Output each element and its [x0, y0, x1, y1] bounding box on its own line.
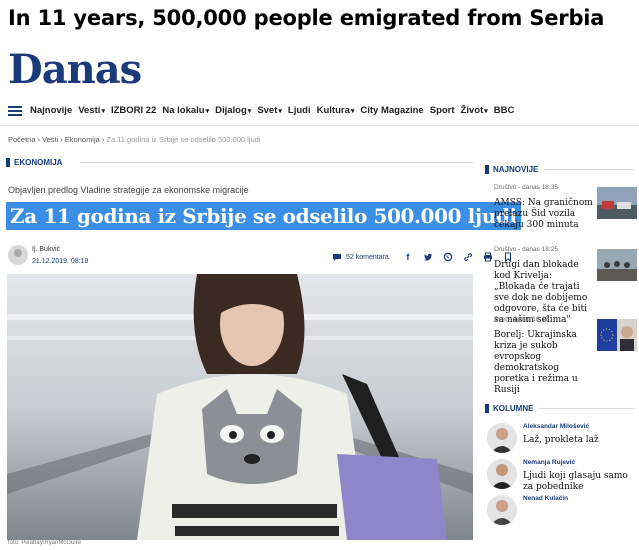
- hamburger-menu-icon[interactable]: [8, 104, 22, 118]
- nav-item-kultura[interactable]: Kultura▾: [317, 105, 355, 116]
- section-label[interactable]: EKONOMIJA: [6, 158, 62, 167]
- nav-item-label: Kultura: [316, 105, 350, 116]
- column-item[interactable]: Nemanja Rujević Ljudi koji glasaju samo …: [485, 459, 635, 495]
- chevron-down-icon: ▾: [484, 108, 488, 115]
- news-meta: Društvo - danas 18:35: [494, 184, 558, 191]
- chevron-down-icon: ▾: [101, 108, 105, 115]
- breadcrumb: Početna › Vesti › Ekonomija › Za 11 godina iz …: [8, 135, 261, 144]
- chevron-down-icon: ▾: [205, 108, 210, 115]
- article-lead: Objavljen predlog Vladine strategije za …: [8, 185, 249, 195]
- image-caption: In 11 years, 500,000 people emigrated fr…: [8, 6, 605, 30]
- news-meta: Svet - danas 18:12: [494, 316, 549, 323]
- latest-news-item[interactable]: Društvo - danas 18:35 AMSS: Na graničnom…: [485, 184, 637, 246]
- twitter-share-icon[interactable]: [421, 250, 435, 264]
- nav-item-label: Ljudi: [287, 105, 311, 116]
- nav-item-label: City Magazine: [360, 105, 424, 116]
- column-title[interactable]: Laž, prokleta laž: [523, 435, 635, 446]
- nav-item-label: BBC: [493, 105, 515, 116]
- site-logo[interactable]: Danas: [8, 46, 142, 93]
- news-thumbnail[interactable]: [597, 319, 637, 351]
- facebook-share-icon[interactable]: f: [401, 250, 415, 264]
- nav-item-label: Najnovije: [30, 105, 73, 116]
- columnist-name[interactable]: Nemanja Rujević: [523, 459, 575, 466]
- nav-item-ljudi[interactable]: Ljudi: [288, 105, 311, 116]
- breadcrumb-vesti[interactable]: Vesti: [42, 135, 58, 144]
- breadcrumb-home[interactable]: Početna: [8, 135, 36, 144]
- nav-item-bbc[interactable]: BBC: [494, 105, 515, 116]
- breadcrumb-current: Za 11 godina iz Srbije se odselilo 500.0…: [106, 135, 261, 144]
- chevron-down-icon: ▾: [247, 108, 252, 115]
- comments-link[interactable]: 52 komentara: [330, 250, 389, 264]
- photo-credit: foto: Pixabay/RyanMcGuire: [8, 540, 82, 546]
- nav-item-sport[interactable]: Sport: [430, 105, 455, 116]
- nav-item-label: Vesti: [78, 105, 101, 116]
- nav-item-label: Svet: [257, 105, 278, 116]
- breadcrumb-ekonomija[interactable]: Ekonomija: [65, 135, 100, 144]
- columns-heading[interactable]: KOLUMNE: [485, 404, 635, 413]
- nav-item-label: Sport: [429, 105, 455, 116]
- article-headline: Za 11 godina iz Srbije se odselilo 500.0…: [6, 202, 521, 230]
- columnist-avatar: [487, 423, 517, 453]
- latest-news-item[interactable]: Svet - danas 18:12 Borelj: Ukrajinska kr…: [485, 316, 637, 404]
- column-title[interactable]: Ljudi koji glasaju samo za pobednike: [523, 471, 635, 493]
- nav-item-izbori-22[interactable]: IZBORI 22: [111, 105, 156, 116]
- news-meta: Društvo - danas 18:25: [494, 246, 558, 253]
- nav-item-svet[interactable]: Svet▾: [257, 105, 282, 116]
- columnist-name[interactable]: Nenad Kulačin: [523, 495, 568, 502]
- comments-icon: [330, 250, 344, 264]
- latest-news-heading[interactable]: NAJNOVIJE: [485, 165, 635, 174]
- article-date: 21.12.2019. 08:18: [32, 258, 89, 265]
- nav-item-vesti[interactable]: Vesti▾: [78, 105, 105, 116]
- chevron-down-icon: ▾: [350, 108, 355, 115]
- nav-item-na-lokalu[interactable]: Na lokalu▾: [162, 105, 209, 116]
- column-item[interactable]: Aleksandar Milošević Laž, prokleta laž: [485, 423, 635, 459]
- nav-item-label: IZBORI 22: [110, 105, 157, 116]
- columnist-name[interactable]: Aleksandar Milošević: [523, 423, 589, 430]
- main-navigation: Najnovije Vesti▾ IZBORI 22 Na lokalu▾ Dijalo…: [0, 96, 639, 126]
- columnist-avatar: [487, 459, 517, 489]
- news-title[interactable]: AMSS: Na graničnom prelazu Šid vozila če…: [494, 198, 594, 231]
- nav-item-label: Dijalog: [215, 105, 247, 116]
- nav-item-label: Život: [460, 105, 484, 116]
- nav-item-najnovije[interactable]: Najnovije: [30, 105, 72, 116]
- link-copy-icon[interactable]: [461, 250, 475, 264]
- article-hero-image: [7, 274, 473, 540]
- nav-item-label: Na lokalu: [162, 105, 205, 116]
- nav-item-city-magazine[interactable]: City Magazine: [360, 105, 423, 116]
- section-divider: [80, 162, 473, 163]
- columnist-avatar: [487, 495, 517, 525]
- column-item[interactable]: Nenad Kulačin: [485, 495, 635, 531]
- nav-item-dijalog[interactable]: Dijalog▾: [215, 105, 251, 116]
- viber-share-icon[interactable]: [441, 250, 455, 264]
- news-title[interactable]: Borelj: Ukrajinska kriza je sukob evrops…: [494, 330, 594, 396]
- chevron-down-icon: ▾: [278, 108, 282, 115]
- news-thumbnail[interactable]: [597, 249, 637, 281]
- nav-item-život[interactable]: Život▾: [461, 105, 488, 116]
- news-thumbnail[interactable]: [597, 187, 637, 219]
- article-author[interactable]: Ij. Bukvić: [32, 246, 60, 253]
- latest-news-item[interactable]: Društvo - danas 18:25 Drugi dan blokade …: [485, 246, 637, 325]
- comments-count: 52 komentara: [346, 253, 389, 261]
- sidebar: NAJNOVIJE Društvo - danas 18:35 AMSS: Na…: [485, 165, 637, 531]
- author-avatar: [8, 245, 28, 265]
